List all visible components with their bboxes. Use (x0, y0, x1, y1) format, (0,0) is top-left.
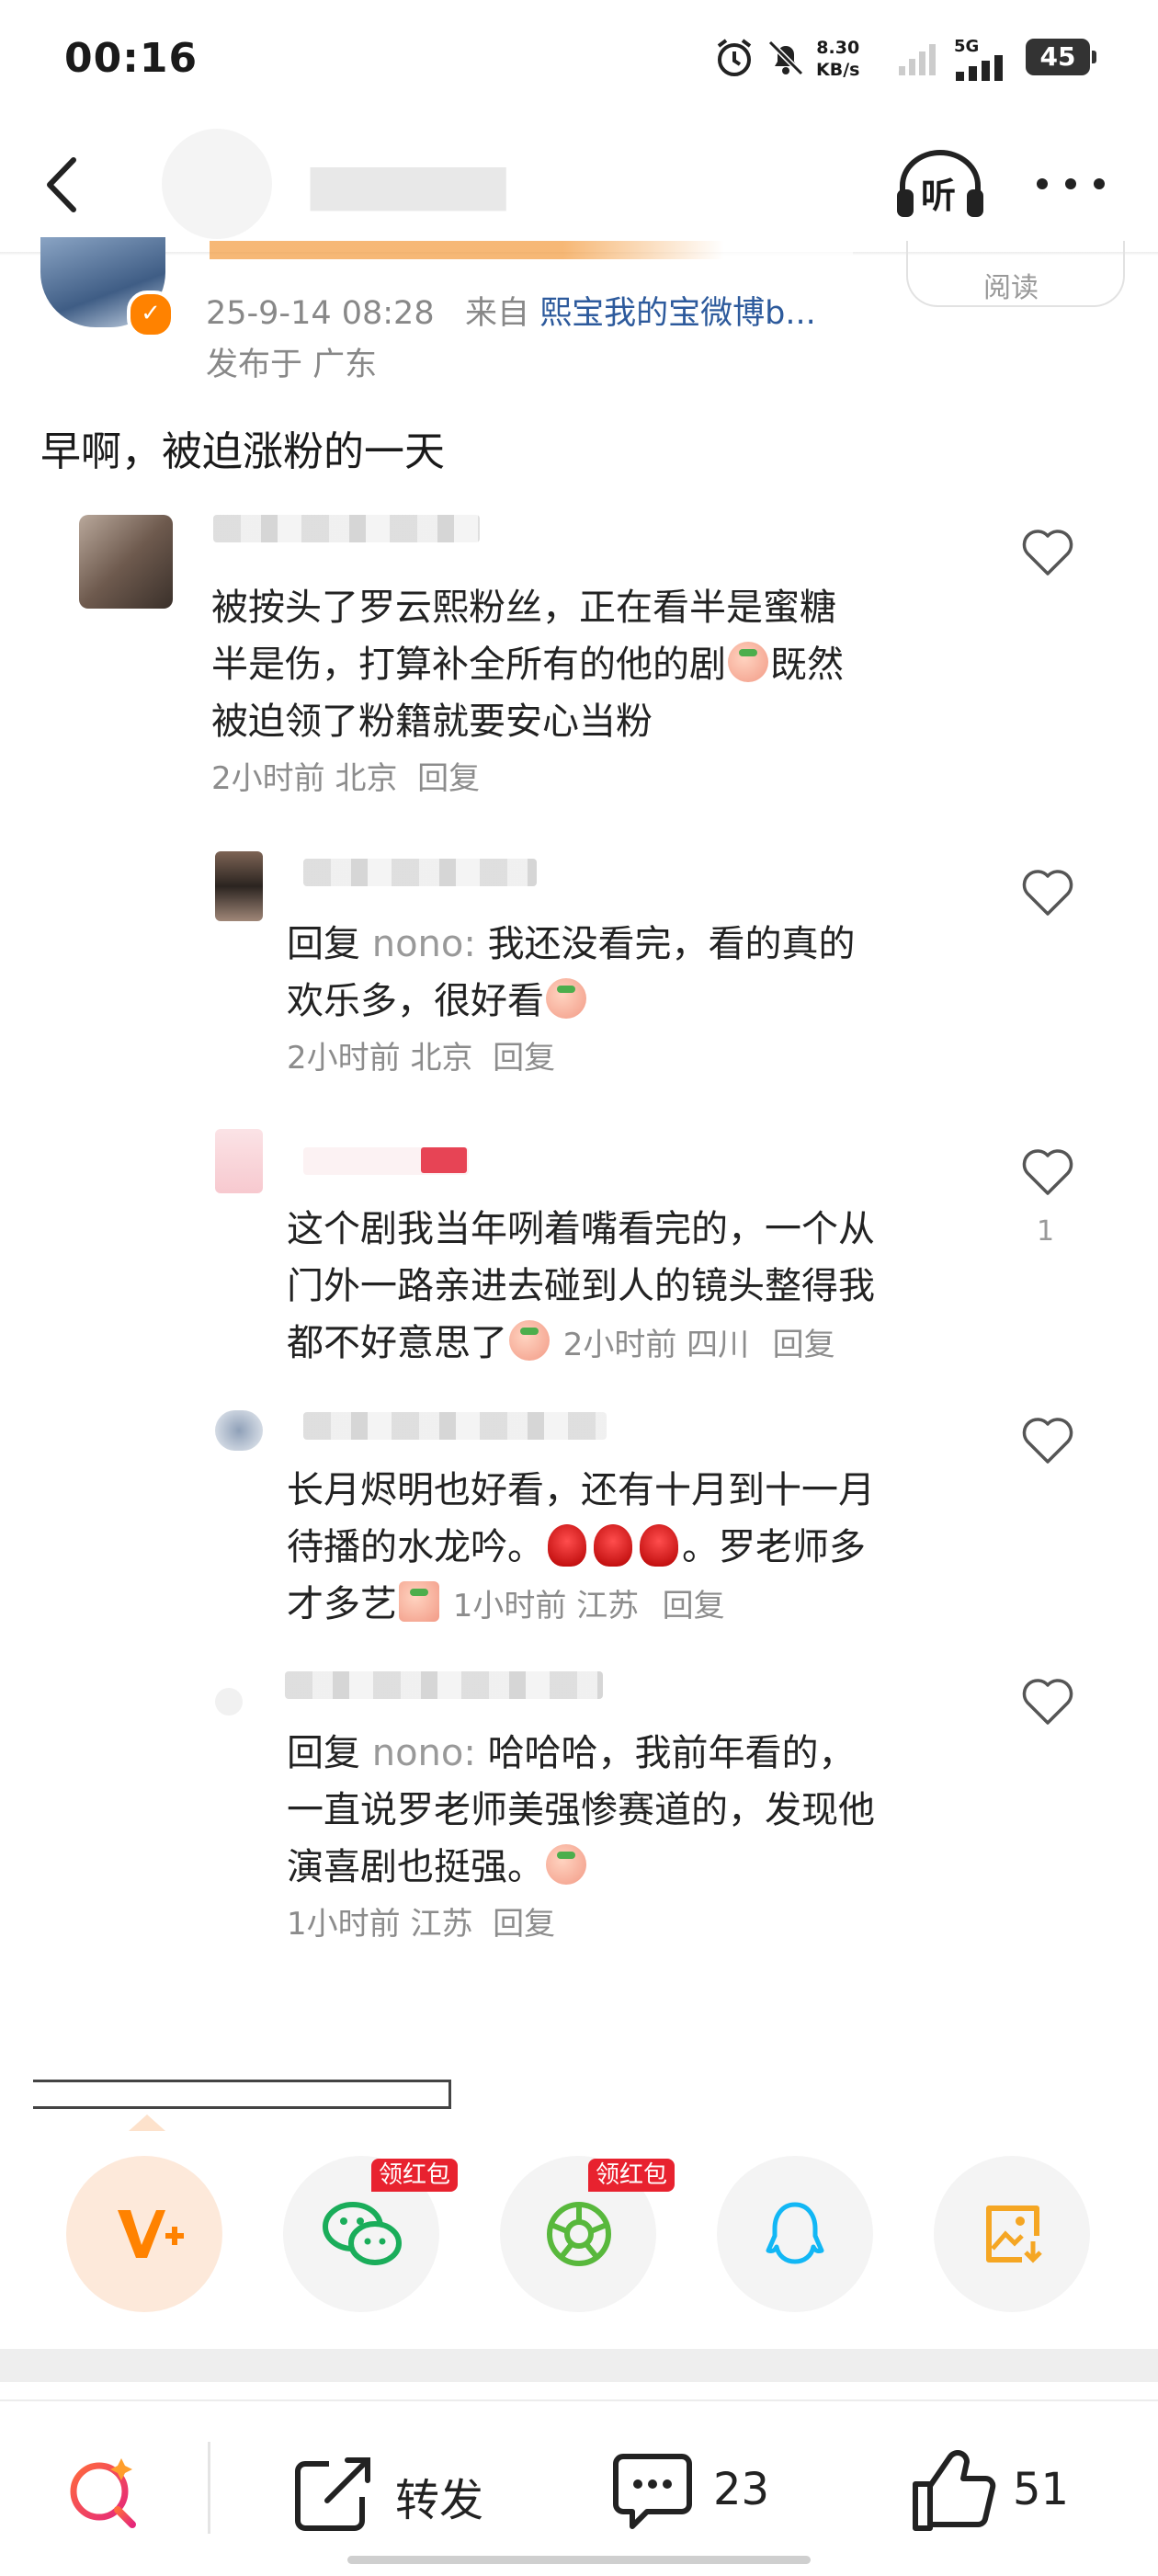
rose-icon (548, 1524, 586, 1567)
comment-username-blurred[interactable] (303, 859, 537, 886)
comment-text: 回复 nono: 哈哈哈，我前年看的， 一直说罗老师美强惨赛道的，发现他 演喜剧… (287, 1732, 875, 1943)
heart-icon[interactable] (1020, 1414, 1075, 1465)
sunglasses-emoji-icon (399, 1581, 439, 1622)
comment-username-blurred[interactable] (303, 1412, 607, 1440)
rose-icon (594, 1524, 632, 1567)
rose-icon (640, 1524, 678, 1567)
heart-icon[interactable] (1020, 1146, 1075, 1197)
red-packet-badge: 领红包 (588, 2159, 676, 2192)
comment-reply-button[interactable]: 回复 (417, 760, 480, 797)
wechat-icon (323, 2202, 402, 2265)
comment-like-count: 1 (1037, 1215, 1055, 1248)
post-body-text: 早啊，被迫涨粉的一天 (40, 428, 445, 475)
comment-count[interactable]: 23 (713, 2464, 769, 2515)
comment-time-location: 2小时前 北京 (211, 760, 398, 797)
comment-reply-button[interactable]: 回复 (493, 1040, 555, 1077)
status-bar: 00:16 8.30 KB/s 5G 45 (0, 0, 1158, 120)
listen-button[interactable]: 听 (893, 147, 987, 222)
comment-text: 被按头了罗云熙粉丝，正在看半是蜜糖 半是伤，打算补全所有的他的剧 既然 被迫领了粉… (211, 587, 844, 797)
comment-time-location: 1小时前 江苏 (452, 1588, 640, 1624)
heart-icon[interactable] (1020, 526, 1075, 577)
comment-text: 这个剧我当年咧着嘴看完的，一个从 门外一路亲进去碰到人的镜头整得我 都不好意思了… (287, 1208, 875, 1364)
comment-reply-button[interactable]: 回复 (663, 1588, 725, 1624)
author-name-cut[interactable] (210, 241, 853, 259)
heart-icon[interactable] (1020, 1675, 1075, 1727)
bar-separator (208, 2442, 210, 2534)
comment-time-location: 1小时前 江苏 (287, 1906, 473, 1943)
reply-username[interactable]: nono: (372, 1732, 476, 1774)
post-date: 25-9-14 08:28 (206, 295, 435, 332)
comment-text: 长月烬明也好看，还有十月到十一月 待播的水龙吟。 。罗老师多 才多艺 1小时前 江… (287, 1469, 875, 1625)
post-source-link[interactable]: 熙宝我的宝微博b... (539, 295, 816, 332)
home-indicator (347, 2556, 811, 2564)
listen-label: 听 (921, 176, 957, 216)
post-location: 发布于 广东 (206, 347, 378, 383)
reply-username[interactable]: nono: (372, 923, 476, 965)
back-arrow-icon[interactable] (33, 153, 97, 217)
emoji-icon (509, 1320, 550, 1361)
comment-reply-button[interactable]: 回复 (493, 1906, 555, 1943)
comment-avatar[interactable] (215, 1129, 263, 1193)
emoji-icon (728, 642, 768, 682)
emoji-icon (546, 1844, 586, 1885)
comment-reply-button[interactable]: 回复 (773, 1327, 835, 1363)
header-avatar-faded (162, 129, 272, 239)
repost-label[interactable]: 转发 (395, 2464, 483, 2528)
network-speed: 8.30 KB/s (816, 38, 860, 80)
comment-avatar[interactable] (215, 1688, 243, 1715)
section-divider (0, 2349, 1158, 2382)
mute-bell-icon (767, 40, 804, 76)
tooltip-pointer (129, 2114, 165, 2131)
post-meta: 25-9-14 08:28 来自 熙宝我的宝微博b... (206, 287, 816, 334)
clock: 00:16 (64, 35, 199, 82)
save-image-icon (986, 2206, 1042, 2263)
emoji-icon (546, 978, 586, 1019)
comment-username-blurred[interactable] (213, 515, 480, 542)
comment-avatar[interactable] (215, 1410, 263, 1451)
share-tooltip-outline (33, 2080, 451, 2109)
comment-username-blurred[interactable] (285, 1671, 603, 1699)
alarm-icon (717, 39, 752, 76)
signal-full-icon (956, 55, 1003, 81)
verified-badge-icon: ✓ (127, 291, 175, 338)
battery-icon: 45 (1026, 39, 1096, 75)
qq-icon (766, 2202, 824, 2264)
comment-time-location: 2小时前 北京 (287, 1040, 473, 1077)
header-username-faded: ▇▇▇▇▇▇ (311, 161, 506, 211)
user-badge-icon (421, 1147, 467, 1173)
thumbs-up-icon[interactable] (910, 2445, 996, 2534)
vplus-icon (118, 2210, 184, 2258)
comment-text: 回复 nono: 我还没看完，看的真的 欢乐多，很好看 2小时前 北京 回复 (287, 923, 856, 1077)
post-from-label: 来自 (464, 295, 529, 332)
comment-avatar[interactable] (215, 851, 263, 921)
read-label: 阅读 (983, 272, 1039, 304)
signal-weak-icon (899, 44, 936, 75)
ai-search-icon[interactable] (64, 2451, 147, 2534)
comment-avatar[interactable] (79, 515, 173, 609)
more-dots-icon[interactable] (1031, 165, 1110, 202)
moments-icon (547, 2202, 611, 2266)
comment-time-location: 2小时前 四川 (562, 1327, 750, 1363)
red-packet-badge: 领红包 (371, 2159, 459, 2192)
like-count[interactable]: 51 (1013, 2464, 1069, 2515)
repost-icon[interactable] (292, 2455, 375, 2534)
heart-icon[interactable] (1020, 866, 1075, 918)
comment-bubble-icon[interactable] (610, 2451, 695, 2534)
